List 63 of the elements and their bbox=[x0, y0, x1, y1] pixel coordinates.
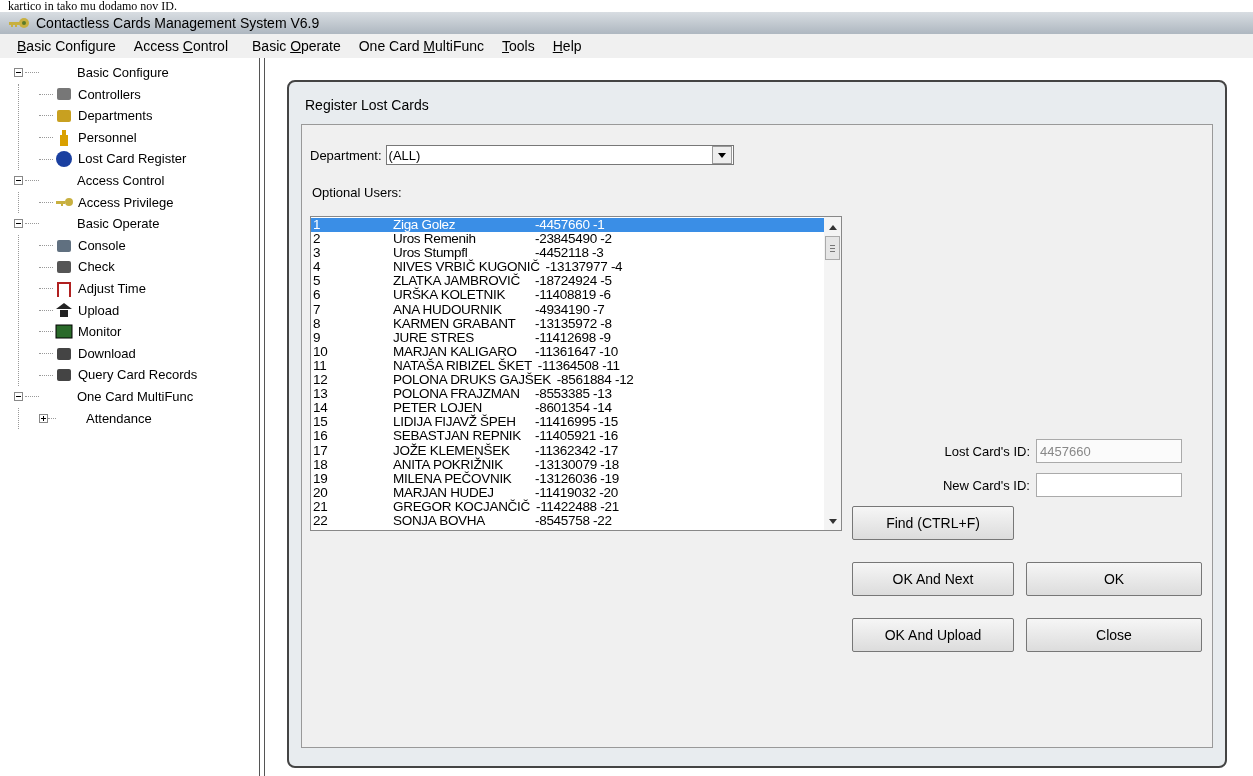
user-row[interactable]: 20 MARJAN HUDEJ -11419032 -20 bbox=[311, 485, 824, 500]
tree-item[interactable]: Adjust Time bbox=[78, 277, 146, 300]
dropdown-arrow-icon bbox=[717, 152, 726, 158]
tree-item[interactable]: Monitor bbox=[78, 321, 122, 343]
user-row[interactable]: 6 URŠKA KOLETNIK -11408819 -6 bbox=[311, 288, 824, 303]
user-row[interactable]: 18 ANITA POKRIŽNIK -13130079 -18 bbox=[311, 457, 824, 472]
menu-item[interactable]: One Card MultiFunc bbox=[349, 38, 494, 54]
user-row[interactable]: 10 MARJAN KALIGARO -11361647 -10 bbox=[311, 344, 824, 359]
user-row[interactable]: 13 POLONA FRAJZMAN -8553385 -13 bbox=[311, 387, 824, 402]
user-row[interactable]: 21 GREGOR KOCJANČIČ -11422488 -21 bbox=[311, 499, 824, 514]
user-row[interactable]: 12 POLONA DRUKS GAJŠEK -8561884 -12 bbox=[311, 373, 824, 388]
tree-item[interactable]: Access Control bbox=[77, 169, 165, 192]
tree-item[interactable]: Upload bbox=[78, 299, 120, 322]
tree-item[interactable]: Check bbox=[78, 256, 115, 278]
key-icon bbox=[8, 17, 30, 29]
user-row[interactable]: 8 KARMEN GRABANT -13135972 -8 bbox=[311, 316, 824, 331]
monitor-icon bbox=[55, 322, 73, 341]
tree-item[interactable]: Query Card Records bbox=[78, 364, 198, 386]
lost-card-id-label: Lost Card's ID: bbox=[944, 443, 1030, 459]
user-row[interactable]: 22 SONJA BOVHA -8545758 -22 bbox=[311, 513, 824, 529]
dialog-button[interactable]: OK And Next bbox=[852, 562, 1014, 596]
new-card-id-field[interactable] bbox=[1036, 473, 1182, 497]
scrollbar[interactable] bbox=[824, 217, 841, 530]
dialog-button[interactable]: OK bbox=[1026, 562, 1202, 596]
upload-icon bbox=[55, 301, 73, 320]
scroll-thumb[interactable] bbox=[825, 236, 840, 260]
tree-item[interactable]: Departments bbox=[78, 105, 153, 127]
window-title: Contactless Cards Management System V6.9 bbox=[36, 15, 320, 31]
document-caption: kartico in tako mu dodamo nov ID. bbox=[7, 0, 178, 12]
tree-item[interactable]: Controllers bbox=[78, 83, 141, 106]
tree-item[interactable]: Access Privilege bbox=[78, 191, 174, 214]
menu-item[interactable]: Basic Configure bbox=[8, 38, 125, 54]
tree-item[interactable]: Personnel bbox=[78, 126, 137, 149]
tree-item[interactable]: Console bbox=[78, 234, 126, 257]
scroll-up-icon[interactable] bbox=[828, 225, 837, 230]
tree-item[interactable]: Download bbox=[78, 342, 136, 365]
menu-item[interactable]: Basic Operate bbox=[243, 38, 350, 54]
find-button[interactable]: Find (CTRL+F) bbox=[852, 506, 1014, 540]
frame-icon bbox=[55, 279, 73, 298]
tree-item[interactable]: One Card MultiFunc bbox=[77, 385, 194, 408]
department-label: Department: bbox=[310, 147, 382, 163]
menu-item[interactable]: Access Control bbox=[124, 38, 237, 54]
dialog-title: Register Lost Cards bbox=[304, 96, 430, 115]
dialog-button[interactable]: OK And Upload bbox=[852, 618, 1014, 652]
tree-item[interactable]: Basic Configure bbox=[77, 62, 169, 84]
new-card-id-label: New Card's ID: bbox=[943, 477, 1030, 493]
user-row[interactable]: 15 LIDIJA FIJAVŽ ŠPEH -11416995 -15 bbox=[311, 415, 824, 430]
scroll-down-icon[interactable] bbox=[828, 519, 837, 524]
tree-item[interactable]: Basic Operate bbox=[77, 213, 160, 235]
user-row[interactable]: 2 Uros Remenih -23845490 -2 bbox=[311, 232, 824, 247]
user-row[interactable]: 17 JOŽE KLEMENŠEK -11362342 -17 bbox=[311, 443, 824, 458]
menu-item[interactable]: Help bbox=[543, 38, 591, 54]
dialog-button[interactable]: Close bbox=[1026, 618, 1202, 652]
menu-item[interactable]: Tools bbox=[493, 38, 544, 54]
user-row[interactable]: 19 MILENA PEČOVNIK -13126036 -19 bbox=[311, 471, 824, 486]
user-row[interactable]: 7 ANA HUDOURNIK -4934190 -7 bbox=[311, 302, 824, 317]
user-row[interactable]: 16 SEBASTJAN REPNIK -11405921 -16 bbox=[311, 429, 824, 444]
user-row[interactable]: 9 JURE STRES -11412698 -9 bbox=[311, 330, 824, 345]
tree-item[interactable]: Attendance bbox=[86, 407, 152, 430]
department-dropdown[interactable]: (ALL) bbox=[385, 145, 734, 165]
users-label: Optional Users: bbox=[312, 185, 403, 200]
info-icon bbox=[55, 150, 73, 169]
tree-item[interactable]: Lost Card Register bbox=[78, 148, 187, 170]
